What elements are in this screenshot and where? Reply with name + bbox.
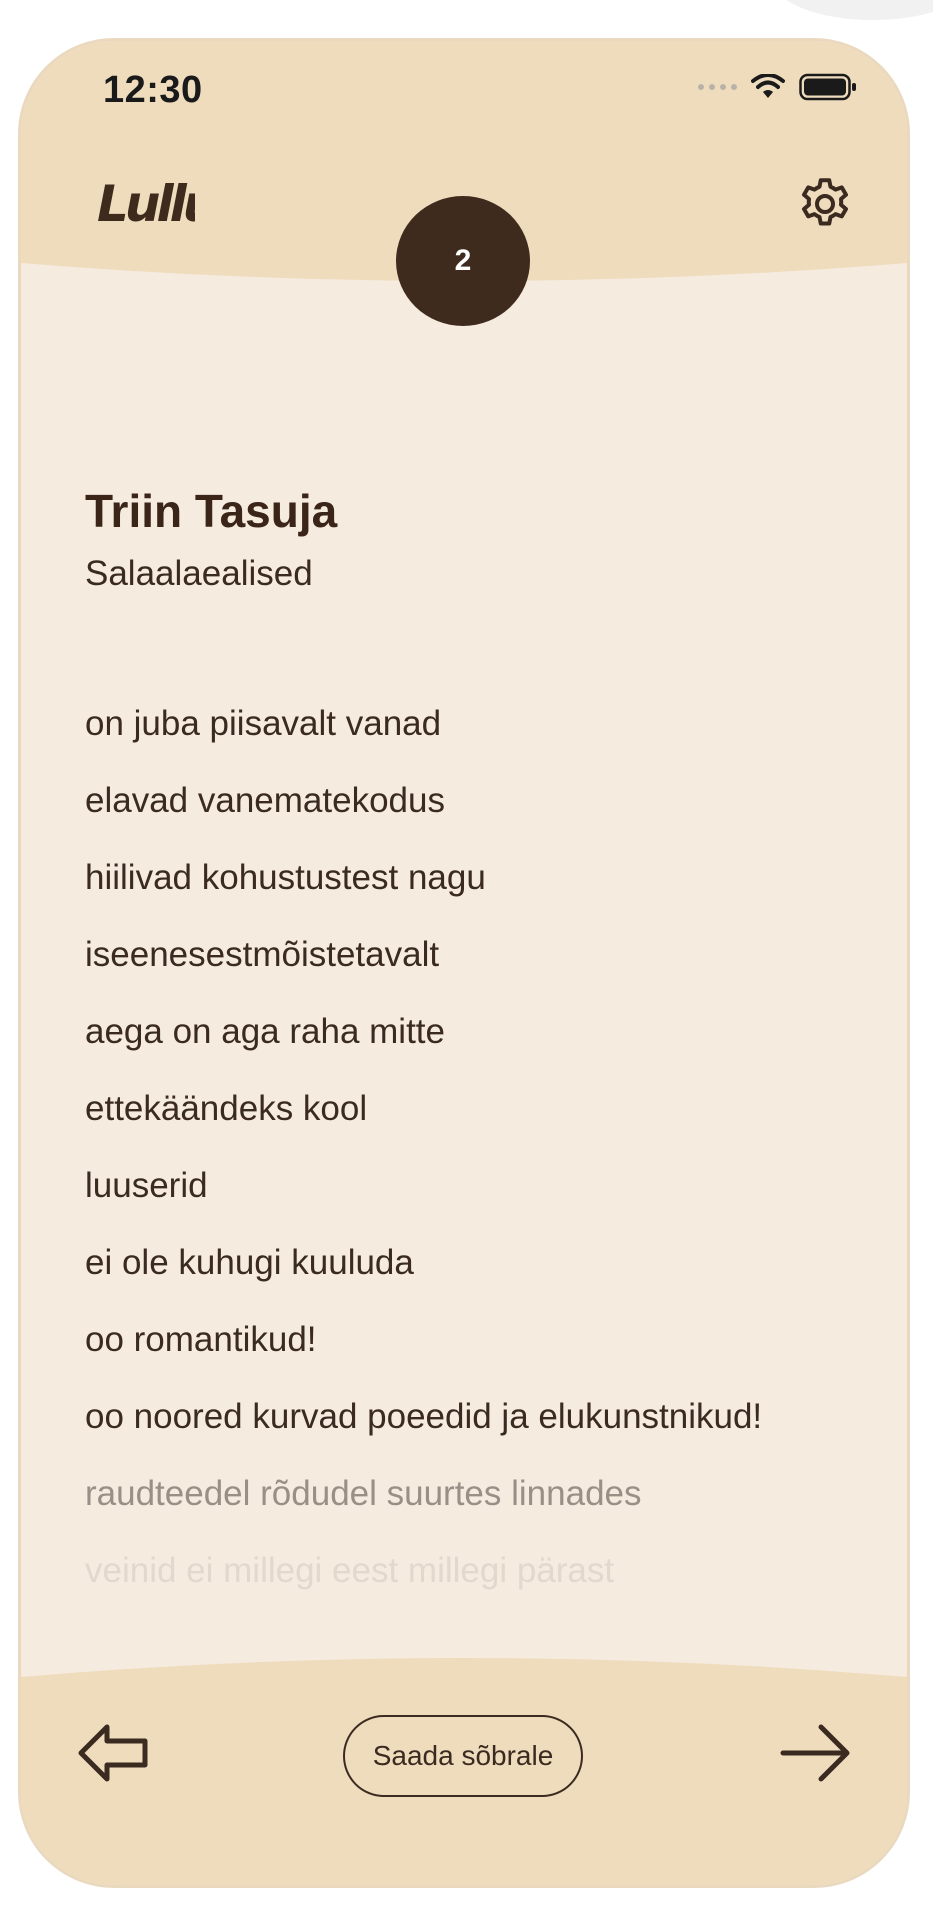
status-time: 12:30 (103, 69, 203, 111)
battery-icon (799, 73, 856, 101)
poem-line: oo noored kurvad poeedid ja elukunstniku… (85, 1397, 763, 1436)
poem-line: hiilivad kohustustest nagu (85, 858, 486, 897)
poem-line: aega on aga raha mitte (85, 1012, 445, 1051)
poem-line: ei ole kuhugi kuuluda (85, 1243, 414, 1282)
poem-title: Salaalaealised (85, 554, 313, 593)
status-icons (698, 73, 857, 101)
wifi-icon (751, 74, 785, 98)
gear-icon[interactable] (795, 174, 855, 234)
poem-line: iseenesestmõistetavalt (85, 935, 440, 974)
poem-author: Triin Tasuja (85, 485, 338, 537)
poem-line: ettekäändeks kool (85, 1089, 368, 1128)
arrow-left-icon[interactable] (75, 1721, 151, 1785)
poem-line: on juba piisavalt vanad (85, 704, 442, 743)
share-button[interactable]: Saada sõbrale (343, 1715, 583, 1797)
lullu-logo: Lullu (97, 175, 195, 233)
poem-line: oo romantikud! (85, 1320, 317, 1359)
background-blob (773, 0, 933, 20)
poem-lines: on juba piisavalt vanad elavad vanematek… (85, 685, 865, 1609)
poem-line: raudteedel rõdudel suurtes linnades (85, 1474, 642, 1513)
page-number-badge: 2 (396, 196, 530, 326)
poem-line: veinid ei millegi eest millegi pärast (85, 1551, 615, 1590)
poem-line: elavad vanematekodus (85, 781, 445, 820)
svg-text:Lullu: Lullu (97, 175, 195, 233)
poem-line: luuserid (85, 1166, 208, 1205)
arrow-right-icon[interactable] (777, 1721, 853, 1785)
cellular-signal-icon (698, 84, 737, 90)
app-screen: 12:30 Lullu 2 Triin Tasuja Salaalaealise… (18, 38, 910, 1888)
poem: Triin Tasuja Salaalaealised on juba piis… (85, 481, 865, 1609)
